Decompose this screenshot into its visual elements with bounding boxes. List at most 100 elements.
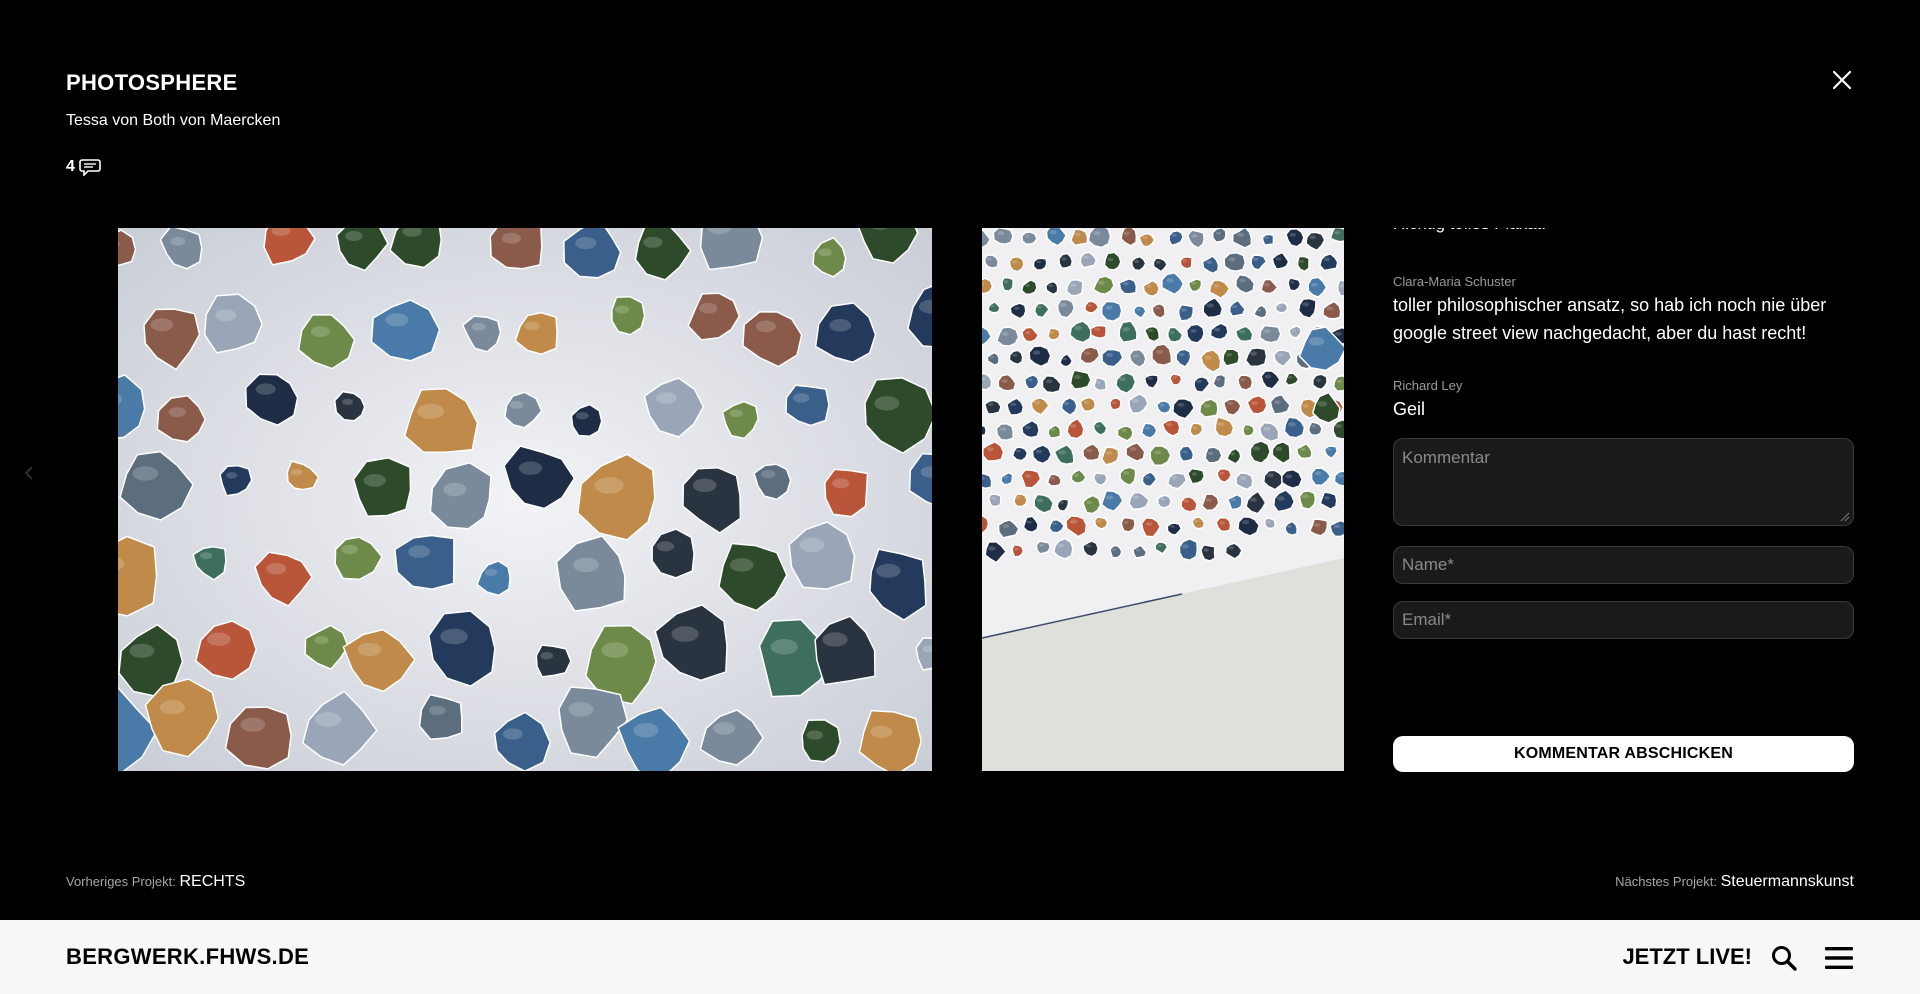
stone-highlight: [501, 232, 521, 244]
stones-photo-graphic: [118, 228, 932, 771]
stone-highlight: [1003, 476, 1008, 479]
stone-shape: [1069, 369, 1092, 390]
stone-highlight: [761, 470, 776, 479]
stone-highlight: [829, 319, 852, 332]
stone-highlight: [1166, 422, 1173, 427]
stone-highlight: [655, 392, 677, 404]
stone-highlight: [1308, 337, 1325, 346]
comment-textarea[interactable]: Kommentar: [1393, 438, 1854, 526]
stone-shape: [982, 472, 993, 490]
previous-project-nav[interactable]: Vorheriges Projekt: RECHTS: [66, 873, 245, 891]
stone-highlight: [1073, 374, 1081, 380]
name-placeholder: Name*: [1402, 555, 1454, 574]
stone-shape: [1138, 232, 1156, 248]
name-field[interactable]: Name*: [1393, 546, 1854, 584]
stone-highlight: [1052, 522, 1057, 526]
stone-highlight: [729, 409, 743, 418]
chevron-left-icon[interactable]: [24, 466, 34, 480]
stone-highlight: [986, 447, 994, 452]
stone-shape: [1140, 422, 1158, 439]
stone-highlight: [1094, 327, 1101, 331]
stone-highlight: [1302, 404, 1310, 408]
stone-highlight: [1302, 302, 1309, 307]
submit-comment-button[interactable]: KOMMENTAR ABSCHICKEN: [1393, 736, 1854, 772]
stone-highlight: [1263, 329, 1271, 334]
stone-highlight: [1181, 544, 1189, 549]
live-link[interactable]: JETZT LIVE!: [1622, 944, 1752, 970]
comment-text: toller philosophischer ansatz, so hab ic…: [1393, 295, 1827, 343]
stone-highlight: [1302, 494, 1309, 499]
close-icon: [1832, 70, 1852, 90]
stone-shape: [1336, 279, 1344, 297]
stone-highlight: [1074, 232, 1081, 237]
stone-highlight: [1154, 306, 1160, 310]
hamburger-menu-icon[interactable]: [1824, 944, 1854, 972]
stone-highlight: [1277, 496, 1285, 501]
stone-highlight: [1249, 351, 1258, 356]
stone-highlight: [540, 652, 554, 660]
stone-highlight: [1317, 401, 1328, 407]
next-project-link[interactable]: Steuermannskunst: [1721, 873, 1854, 890]
stone-highlight: [874, 396, 900, 411]
stone-highlight: [1016, 496, 1021, 499]
stone-highlight: [1213, 327, 1221, 332]
stone-shape: [611, 296, 646, 336]
stone-highlight: [1025, 235, 1030, 238]
resize-grip-icon[interactable]: [1840, 512, 1850, 522]
stone-highlight: [1058, 450, 1067, 455]
stone-shape: [1046, 473, 1063, 487]
stone-highlight: [1063, 401, 1070, 406]
stone-highlight: [1059, 302, 1067, 308]
stone-shape: [1169, 373, 1183, 386]
stone-highlight: [1231, 305, 1238, 309]
stone-highlight: [1083, 255, 1089, 259]
stone-highlight: [1062, 357, 1067, 361]
stone-shape: [984, 399, 1002, 415]
stone-shape: [1284, 520, 1298, 536]
stone-shape: [1109, 544, 1123, 559]
prev-project-link[interactable]: RECHTS: [179, 873, 245, 890]
stone-shape: [801, 719, 842, 763]
stone-highlight: [1015, 449, 1021, 453]
search-icon[interactable]: [1770, 944, 1798, 972]
stone-shape: [1223, 251, 1247, 272]
stone-shape: [1287, 277, 1302, 292]
stone-highlight: [990, 496, 996, 500]
stone-highlight: [822, 632, 848, 647]
stone-highlight: [342, 398, 354, 406]
stone-shape: [1185, 323, 1205, 344]
stone-highlight: [159, 700, 186, 715]
next-project-label: Nächstes Projekt:: [1615, 874, 1717, 889]
stone-highlight: [1266, 473, 1274, 478]
stone-highlight: [1037, 305, 1043, 309]
stone-highlight: [832, 478, 850, 489]
comment-count-badge[interactable]: 4: [66, 158, 280, 176]
stone-highlight: [1084, 351, 1091, 355]
stone-highlight: [168, 407, 186, 418]
stone-highlight: [699, 302, 718, 314]
stone-highlight: [1180, 308, 1187, 312]
stone-highlight: [1249, 497, 1257, 502]
stone-highlight: [315, 711, 342, 727]
stone-highlight: [1026, 520, 1032, 524]
stone-highlight: [1256, 308, 1262, 312]
stone-highlight: [1105, 495, 1114, 500]
stone-highlight: [1264, 283, 1270, 287]
close-button[interactable]: [1830, 68, 1854, 92]
stone-highlight: [633, 723, 659, 738]
email-field[interactable]: Email*: [1393, 601, 1854, 639]
stone-highlight: [575, 237, 597, 250]
email-placeholder: Email*: [1402, 610, 1452, 629]
stone-highlight: [1118, 377, 1126, 382]
site-brand-link[interactable]: BERGWERK.FHWS.DE: [66, 944, 309, 970]
stone-highlight: [1190, 329, 1197, 333]
stone-highlight: [1145, 522, 1153, 526]
comments-panel[interactable]: Richtig tolles Plakat! Clara-Maria Schus…: [1393, 200, 1854, 780]
stone-highlight: [1147, 376, 1153, 380]
next-project-nav[interactable]: Nächstes Projekt: Steuermannskunst: [1615, 873, 1854, 891]
stone-highlight: [1203, 548, 1209, 552]
stone-highlight: [1105, 451, 1113, 455]
stone-highlight: [1013, 306, 1020, 310]
project-image-1: [118, 228, 932, 771]
stone-highlight: [132, 466, 159, 481]
